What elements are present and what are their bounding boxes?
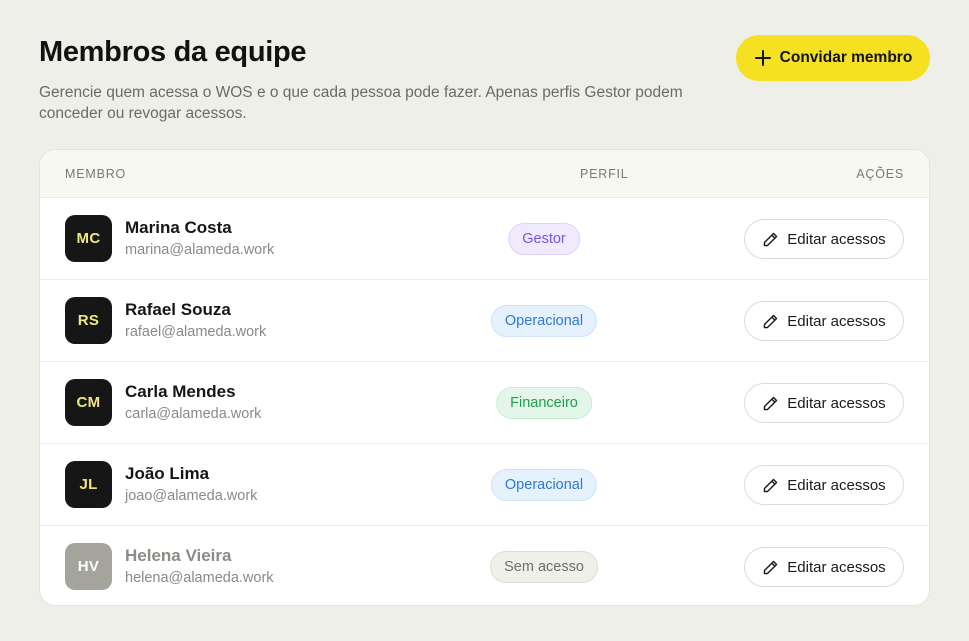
column-header-actions: AÇÕES (856, 167, 904, 181)
edit-access-button[interactable]: Editar acessos (744, 465, 904, 505)
edit-access-label: Editar acessos (787, 558, 886, 576)
column-header-profile: PERFIL (580, 167, 629, 181)
invite-member-button[interactable]: Convidar membro (736, 35, 930, 81)
member-name: Rafael Souza (125, 300, 231, 319)
pencil-icon (764, 232, 778, 246)
page-subtitle: Gerencie quem acessa o WOS e o que cada … (39, 84, 683, 122)
avatar: CM (65, 379, 112, 426)
member-email: helena@alameda.work (125, 570, 274, 586)
avatar: MC (65, 215, 112, 262)
table-row: MC Marina Costa marina@alameda.work Gest… (40, 197, 929, 279)
edit-access-button[interactable]: Editar acessos (744, 219, 904, 259)
table-row: CM Carla Mendes carla@alameda.work Finan… (40, 361, 929, 443)
plus-icon (754, 50, 771, 66)
edit-access-button[interactable]: Editar acessos (744, 301, 904, 341)
member-name: Helena Vieira (125, 546, 232, 565)
table-row: JL João Lima joao@alameda.work Operacion… (40, 443, 929, 525)
member-email: rafael@alameda.work (125, 324, 267, 340)
edit-access-button[interactable]: Editar acessos (744, 547, 904, 587)
column-header-member: MEMBRO (65, 167, 127, 181)
avatar: JL (65, 461, 112, 508)
avatar: HV (65, 543, 112, 590)
table-row: RS Rafael Souza rafael@alameda.work Oper… (40, 279, 929, 361)
team-members-page: Membros da equipe Gerencie quem acessa o… (0, 0, 969, 641)
profile-badge: Operacional (490, 305, 598, 337)
edit-access-button[interactable]: Editar acessos (744, 383, 904, 423)
table-header: MEMBRO PERFIL AÇÕES (40, 150, 929, 197)
pencil-icon (764, 560, 778, 574)
avatar: RS (65, 297, 112, 344)
table-row: HV Helena Vieira helena@alameda.work Sem… (40, 525, 929, 605)
profile-badge: Gestor (508, 223, 580, 255)
invite-member-label: Convidar membro (779, 49, 913, 66)
members-table: MEMBRO PERFIL AÇÕES MC Marina Costa mari… (39, 149, 930, 606)
pencil-icon (764, 478, 778, 492)
edit-access-label: Editar acessos (787, 476, 886, 494)
page-title: Membros da equipe (39, 36, 307, 68)
pencil-icon (764, 396, 778, 410)
member-name: João Lima (125, 464, 210, 483)
profile-badge: Sem acesso (490, 551, 598, 583)
edit-access-label: Editar acessos (787, 230, 886, 248)
member-name: Carla Mendes (125, 382, 236, 401)
profile-badge: Financeiro (496, 387, 592, 419)
pencil-icon (764, 314, 778, 328)
edit-access-label: Editar acessos (787, 394, 886, 412)
member-name: Marina Costa (125, 218, 232, 237)
member-email: carla@alameda.work (125, 406, 262, 422)
member-email: joao@alameda.work (125, 488, 258, 504)
member-email: marina@alameda.work (125, 242, 275, 258)
profile-badge: Operacional (490, 469, 598, 501)
edit-access-label: Editar acessos (787, 312, 886, 330)
